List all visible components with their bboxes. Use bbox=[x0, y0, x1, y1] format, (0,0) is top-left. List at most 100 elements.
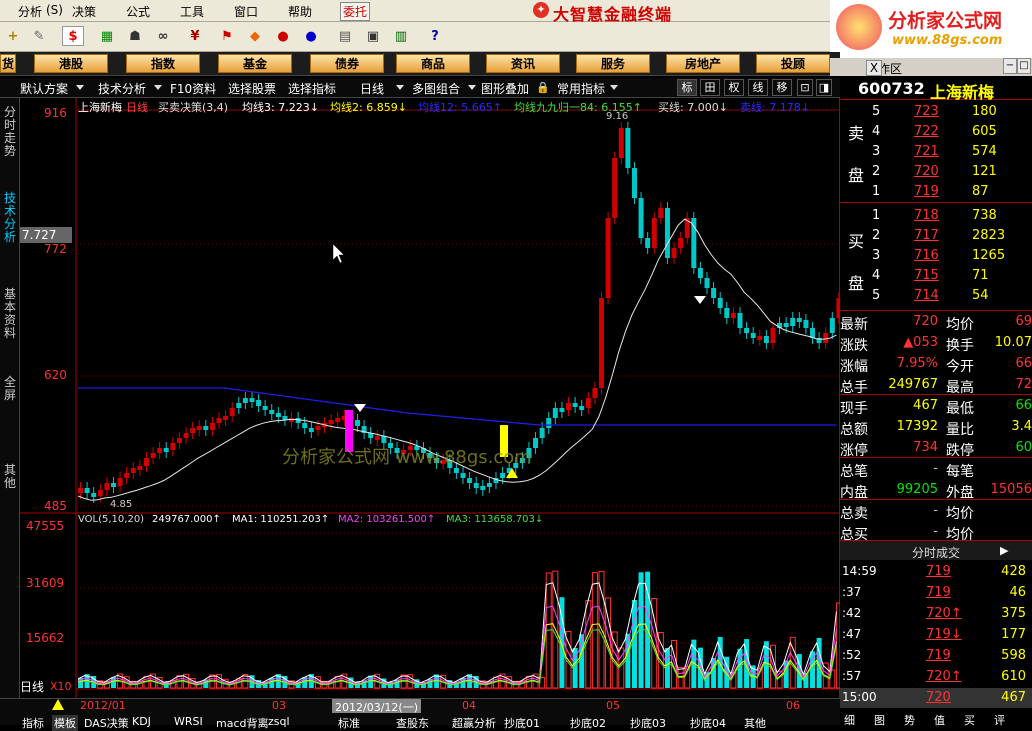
bottom-tab-3[interactable]: KDJ bbox=[132, 715, 151, 728]
bottom-tab-11[interactable]: 抄底02 bbox=[570, 715, 606, 731]
buy-price[interactable]: 718 bbox=[914, 208, 939, 223]
tab-minute-chart[interactable]: 分时走势 bbox=[2, 106, 18, 158]
select-indicator-button[interactable]: 选择指标 bbox=[288, 80, 336, 97]
bottom-tab-0[interactable]: 指标 bbox=[22, 715, 44, 731]
tick-price[interactable]: 719 bbox=[926, 564, 951, 579]
tick-price[interactable]: 719 bbox=[926, 585, 951, 600]
chart-canvas[interactable] bbox=[20, 98, 840, 698]
capsule-blue-icon[interactable]: ● bbox=[300, 26, 322, 46]
restore-icon[interactable]: □ bbox=[1017, 58, 1031, 74]
buy-price[interactable]: 717 bbox=[914, 228, 939, 243]
menu-window[interactable]: 窗口 bbox=[234, 3, 258, 20]
lock-icon[interactable]: 🔒 bbox=[536, 81, 550, 94]
menu-trade[interactable]: 委托 bbox=[340, 2, 371, 21]
bottom-tab-4[interactable]: WRSI bbox=[174, 715, 203, 728]
quote-tab[interactable]: 评 bbox=[994, 712, 1005, 728]
move-button[interactable]: 移 bbox=[772, 79, 792, 96]
cat-realestate[interactable]: 房地产 bbox=[666, 54, 740, 73]
bottom-tab-1[interactable]: 模板 bbox=[52, 715, 78, 731]
minimize-icon[interactable]: − bbox=[1003, 58, 1017, 74]
bottom-tab-9[interactable]: 超赢分析 bbox=[452, 715, 496, 731]
tick-price[interactable]: 719 bbox=[926, 648, 951, 663]
kline-chart[interactable]: 上海新梅 日线 买卖决策(3,4) 均线3: 7.223↓ 均线2: 6.859… bbox=[20, 98, 840, 698]
tick-price[interactable]: 720↑ bbox=[926, 606, 962, 621]
menu-formula[interactable]: 公式 bbox=[126, 3, 150, 20]
tab-tech-analysis[interactable]: 技术分析 bbox=[2, 192, 18, 244]
chevron-down-icon[interactable] bbox=[76, 85, 84, 90]
tech-analysis-select[interactable]: 技术分析 bbox=[98, 80, 146, 97]
bottom-tab-14[interactable]: 其他 bbox=[744, 715, 766, 731]
bottom-tab-7[interactable]: 标准 bbox=[338, 715, 360, 731]
cat-fund[interactable]: 基金 bbox=[218, 54, 292, 73]
play-icon[interactable]: ▶ bbox=[1000, 544, 1008, 557]
chevron-down-icon[interactable] bbox=[610, 85, 618, 90]
cat-hk[interactable]: 港股 bbox=[34, 54, 108, 73]
plus-icon[interactable]: + bbox=[2, 26, 24, 46]
document-icon[interactable]: ▤ bbox=[334, 26, 356, 46]
multi-chart-select[interactable]: 多图组合 bbox=[412, 80, 460, 97]
diamond-icon[interactable]: ◆ bbox=[244, 26, 266, 46]
money-icon[interactable]: ¥ bbox=[184, 26, 206, 46]
cat-advisor[interactable]: 投顾 bbox=[756, 54, 830, 73]
bottom-tab-5[interactable]: macd背离 bbox=[216, 715, 269, 731]
buy-price[interactable]: 715 bbox=[914, 268, 939, 283]
quote-tab[interactable]: 细 bbox=[844, 712, 855, 728]
bottom-tab-8[interactable]: 查股东 bbox=[396, 715, 429, 731]
ruler-icon[interactable]: ✎ bbox=[28, 26, 50, 46]
chevron-down-icon[interactable] bbox=[468, 85, 476, 90]
mark-button[interactable]: 标 bbox=[677, 79, 697, 96]
sell-price[interactable]: 722 bbox=[914, 124, 939, 139]
period-select[interactable]: 日线 bbox=[360, 80, 384, 97]
export-icon[interactable]: ⊡ bbox=[797, 79, 813, 96]
dollar-icon[interactable]: $ bbox=[62, 26, 84, 46]
buy-price[interactable]: 716 bbox=[914, 248, 939, 263]
tab-other[interactable]: 其他 bbox=[2, 464, 18, 490]
buy-price[interactable]: 714 bbox=[914, 288, 939, 303]
help-cursor-icon[interactable]: ? bbox=[424, 26, 446, 46]
common-indicator-select[interactable]: 常用指标 bbox=[557, 80, 605, 97]
cat-bond[interactable]: 债券 bbox=[310, 54, 384, 73]
tick-price[interactable]: 720 bbox=[926, 690, 951, 705]
tick-price[interactable]: 720↑ bbox=[926, 669, 962, 684]
people-icon[interactable]: ☗ bbox=[124, 26, 146, 46]
flag-icon[interactable]: ⚑ bbox=[216, 26, 238, 46]
books-icon[interactable]: ▥ bbox=[390, 26, 412, 46]
bottom-tab-10[interactable]: 抄底01 bbox=[504, 715, 540, 731]
menu-decision[interactable]: 决策 bbox=[72, 3, 96, 20]
cat-commodity[interactable]: 商品 bbox=[396, 54, 470, 73]
quote-tab[interactable]: 买 bbox=[964, 712, 975, 728]
bottom-tab-2[interactable]: DAS决策 bbox=[84, 715, 129, 731]
window-icon[interactable]: ▣ bbox=[362, 26, 384, 46]
menu-analysis[interactable]: 分析 bbox=[18, 3, 42, 20]
grid-button[interactable]: 田 bbox=[700, 79, 720, 96]
binoculars-icon[interactable]: ∞ bbox=[152, 26, 174, 46]
quote-tab[interactable]: 值 bbox=[934, 712, 945, 728]
bottom-tab-6[interactable]: zsql bbox=[268, 715, 290, 728]
chevron-down-icon[interactable] bbox=[396, 85, 404, 90]
chart-bars-icon[interactable]: ▦ bbox=[96, 26, 118, 46]
overlay-button[interactable]: 图形叠加 bbox=[481, 80, 529, 97]
bottom-tab-13[interactable]: 抄底04 bbox=[690, 715, 726, 731]
sell-price[interactable]: 723 bbox=[914, 104, 939, 119]
tab-basic-info[interactable]: 基本资料 bbox=[2, 288, 18, 340]
tick-price[interactable]: 719↓ bbox=[926, 627, 962, 642]
capsule-red-icon[interactable]: ● bbox=[272, 26, 294, 46]
select-stock-button[interactable]: 选择股票 bbox=[228, 80, 276, 97]
cat-index[interactable]: 指数 bbox=[126, 54, 200, 73]
line-button[interactable]: 线 bbox=[748, 79, 768, 96]
rights-button[interactable]: 权 bbox=[724, 79, 744, 96]
menu-tools[interactable]: 工具 bbox=[180, 3, 204, 20]
quote-tab[interactable]: 图 bbox=[874, 712, 885, 728]
menu-help[interactable]: 帮助 bbox=[288, 3, 312, 20]
cat-futures[interactable]: 货 bbox=[0, 54, 16, 73]
cat-service[interactable]: 服务 bbox=[576, 54, 650, 73]
f10-button[interactable]: F10资料 bbox=[170, 80, 216, 97]
panel-toggle-icon[interactable]: ◨ bbox=[816, 79, 832, 96]
sell-price[interactable]: 719 bbox=[914, 184, 939, 199]
bottom-tab-12[interactable]: 抄底03 bbox=[630, 715, 666, 731]
close-icon[interactable]: X bbox=[866, 60, 882, 76]
chevron-down-icon[interactable] bbox=[154, 85, 162, 90]
tab-fullscreen[interactable]: 全屏 bbox=[2, 376, 18, 402]
sell-price[interactable]: 721 bbox=[914, 144, 939, 159]
quote-tab[interactable]: 势 bbox=[904, 712, 915, 728]
